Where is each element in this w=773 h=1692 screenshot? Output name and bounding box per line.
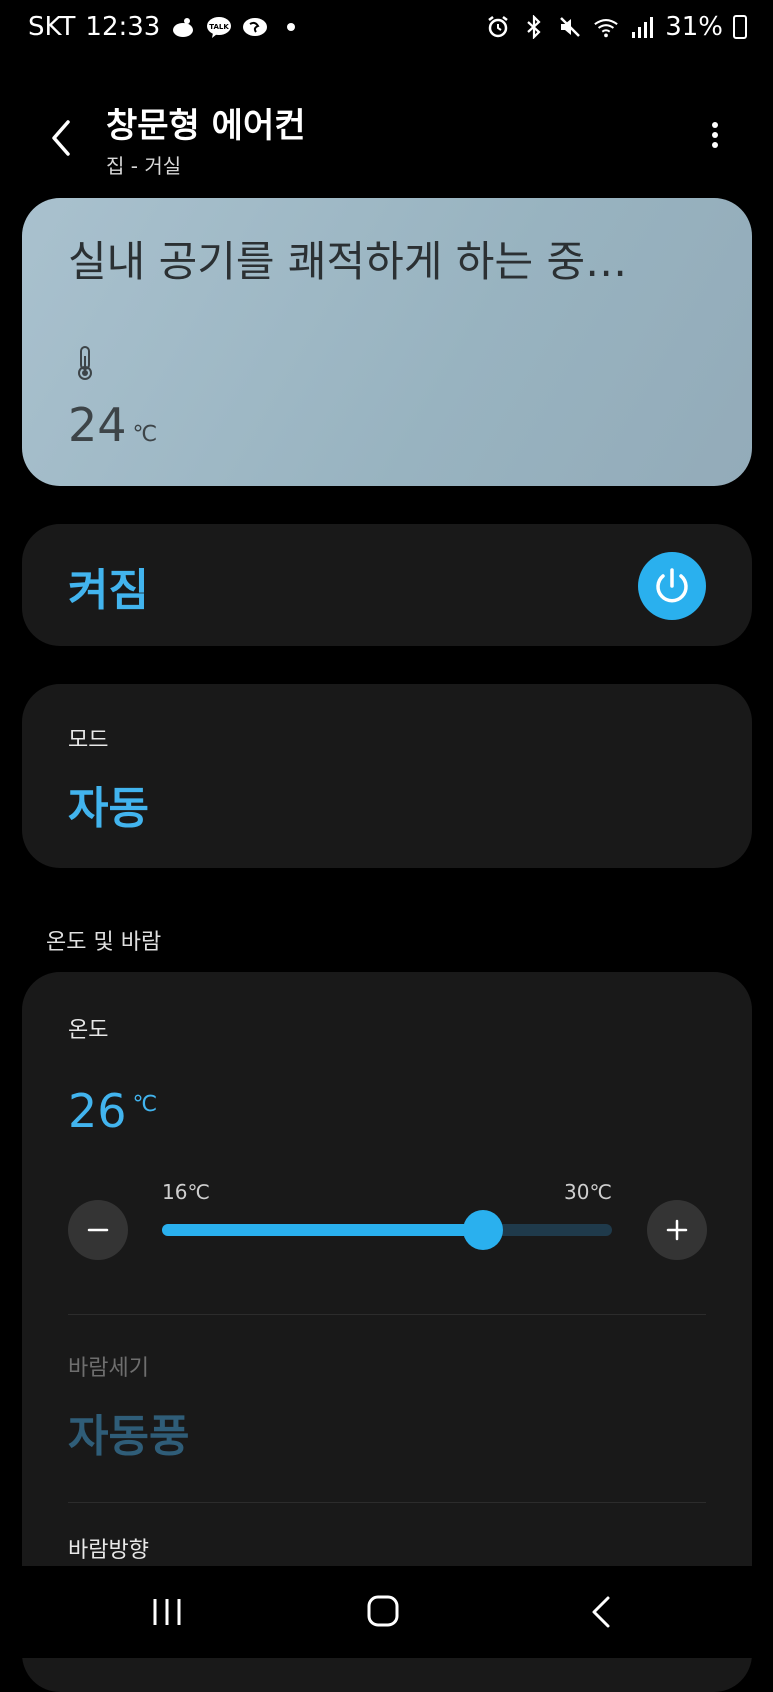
divider [68,1502,706,1503]
divider [68,1314,706,1315]
alarm-icon [485,14,511,40]
target-temperature-unit: ℃ [132,1091,158,1117]
back-button[interactable] [42,112,86,164]
status-bar: SKT 12:33 TALK 31% [0,0,773,60]
wind-direction-label: 바람방향 [68,1538,149,1563]
wind-strength-label: 바람세기 [68,1356,149,1381]
more-notifications-dot-icon [278,14,304,40]
page-subtitle: 집 - 거실 [106,154,182,178]
battery-percent: 31% [665,12,723,42]
wifi-icon [593,14,619,40]
signal-icon [629,14,655,40]
mode-card[interactable]: 모드 자동 [22,684,752,868]
svg-text:TALK: TALK [210,23,230,31]
power-icon [656,568,688,603]
mode-label: 모드 [68,728,109,753]
carrier-label: SKT [28,12,76,42]
clock: 12:33 [85,12,161,42]
more-vert-icon [700,122,730,148]
temperature-slider[interactable] [162,1210,612,1250]
minus-icon [87,1228,109,1232]
wind-strength-value: 자동풍 [68,1411,190,1462]
target-temperature: 26 ℃ [68,1084,157,1138]
temperature-slider-thumb[interactable] [463,1210,504,1250]
indoor-temperature-value: 24 [68,398,127,452]
mute-icon [557,14,583,40]
more-options-button[interactable] [700,118,730,158]
chevron-left-icon [52,120,70,156]
recent-apps-icon [153,1599,181,1625]
status-right: 31% [485,12,747,42]
temperature-min-label: 16℃ [162,1180,210,1204]
target-temperature-value: 26 [68,1084,127,1138]
status-left: SKT 12:33 TALK [28,12,304,42]
page-title: 창문형 에어컨 [106,106,306,146]
home-icon [367,1595,399,1627]
section-title: 온도 및 바람 [46,930,162,955]
chat-app-icon [242,14,268,40]
status-card: 실내 공기를 쾌적하게 하는 중… 24 ℃ [22,198,752,486]
power-toggle-button[interactable] [638,552,706,620]
recent-apps-button[interactable] [150,1596,184,1628]
mode-value: 자동 [68,783,149,834]
navigation-bar [0,1566,773,1658]
temperature-label: 온도 [68,1018,109,1043]
notification-app-icon [170,14,196,40]
power-card[interactable]: 켜짐 [22,524,752,646]
device-status-text: 실내 공기를 쾌적하게 하는 중… [68,237,628,286]
power-state-label: 켜짐 [68,565,149,616]
bluetooth-icon [521,14,547,40]
temperature-max-label: 30℃ [564,1180,612,1204]
kakaotalk-icon: TALK [206,14,232,40]
thermometer-icon [76,346,94,380]
temperature-slider-fill [162,1224,484,1236]
indoor-temperature: 24 ℃ [68,398,157,452]
indoor-temperature-unit: ℃ [132,422,158,447]
plus-icon [666,1219,688,1241]
temperature-increase-button[interactable] [647,1200,707,1260]
temperature-decrease-button[interactable] [68,1200,128,1260]
battery-icon [733,15,747,39]
system-back-button[interactable] [588,1594,614,1630]
home-button[interactable] [366,1594,400,1628]
back-icon [592,1596,610,1628]
